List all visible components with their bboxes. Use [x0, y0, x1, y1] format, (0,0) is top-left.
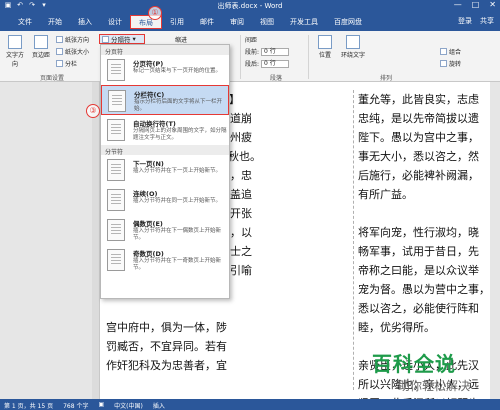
- proofing-icon[interactable]: ▣: [98, 401, 104, 410]
- watermark-logo: 百科全说 助你轻松解决: [372, 348, 496, 398]
- margins-button[interactable]: 页边距: [30, 35, 52, 59]
- text-line: 悉以咨之，必能使行阵和: [358, 302, 479, 315]
- wrap-text-icon: [346, 35, 360, 49]
- text-line: 畅军事，试用于昔日，先: [358, 245, 479, 258]
- tab-mailings[interactable]: 邮件: [192, 15, 222, 29]
- orientation-icon: [56, 36, 63, 43]
- text-line: 陛下。愚以为宫中之事，: [358, 131, 479, 144]
- tab-home[interactable]: 开始: [40, 15, 70, 29]
- tab-review[interactable]: 审阅: [222, 15, 252, 29]
- text-line: 宫中府中，俱为一体，陟: [106, 321, 227, 334]
- tab-design[interactable]: 设计: [100, 15, 130, 29]
- text-line: 罚臧否，不宜异同。若有: [106, 340, 227, 353]
- next-page-icon: [107, 159, 125, 181]
- menu-item-page-break[interactable]: 分页符(P) 标记一页结束与下一页开始的位置。: [101, 55, 229, 85]
- word-count[interactable]: 768 个字: [63, 401, 88, 410]
- breaks-icon: [102, 35, 109, 43]
- indent-label: 缩进: [175, 37, 188, 44]
- group-icon: [440, 48, 447, 55]
- menu-item-column-break[interactable]: 分栏符(C) 指示分栏符后面的文字将从下一栏开始。: [101, 85, 229, 115]
- tab-insert[interactable]: 插入: [70, 15, 100, 29]
- text-line: 有所广益。: [358, 188, 413, 201]
- ribbon-tabs: 文件 开始 插入 设计 布局 引用 邮件 审阅 视图 开发工具 百度网盘 登录 …: [0, 11, 500, 31]
- orientation-button[interactable]: 纸张方向: [56, 35, 89, 44]
- edit-mode[interactable]: 插入: [153, 401, 165, 410]
- section-header-section-breaks: 分节符: [101, 145, 229, 156]
- tab-developer[interactable]: 开发工具: [282, 15, 326, 29]
- text-line: 董允等，此皆良实，志虑: [358, 93, 479, 106]
- text-line: [358, 204, 488, 223]
- spacing-after-input[interactable]: 0 行: [261, 59, 290, 68]
- columns-icon: [56, 60, 63, 67]
- watermark-subtitle: 助你轻松解决: [397, 379, 470, 393]
- tab-view[interactable]: 视图: [252, 15, 282, 29]
- breaks-dropdown-menu: 分页符 分页符(P) 标记一页结束与下一页开始的位置。 分栏符(C) 指示分栏符…: [100, 44, 230, 299]
- window-title: 出师表.docx - Word: [217, 2, 283, 10]
- spacing-after: 段后: 0 行: [245, 59, 290, 68]
- watermark-title: 百科全说: [372, 352, 456, 376]
- text-line: 帝称之曰能，是以众议举: [358, 264, 479, 277]
- arrange-label: 排列: [380, 75, 393, 82]
- menu-item-continuous[interactable]: 连续(O) 插入分节符并在同一页上开始新节。: [101, 185, 229, 215]
- menu-item-text-wrapping[interactable]: 自动换行符(T) 分隔网页上的对象周围的文字，如分隔题注文字与正文。: [101, 115, 229, 145]
- even-page-icon: [107, 219, 125, 241]
- chevron-down-icon: ▾: [132, 35, 136, 43]
- section-header-page-breaks: 分页符: [101, 45, 229, 56]
- paragraph-label: 段落: [270, 75, 283, 82]
- status-bar: 第 1 页，共 15 页 768 个字 ▣ 中文(中国) 插入: [0, 399, 500, 410]
- size-button[interactable]: 纸张大小: [56, 47, 89, 56]
- tab-references[interactable]: 引用: [162, 15, 192, 29]
- menu-item-next-page[interactable]: 下一页(N) 插入分节符并在下一页上开始新节。: [101, 155, 229, 185]
- columns-button[interactable]: 分栏: [56, 59, 77, 68]
- text-line: 忠纯，是以先帝简拔以遗: [358, 112, 479, 125]
- text-line: 宠为督。愚以为营中之事，: [358, 283, 488, 296]
- position-icon: [318, 35, 332, 49]
- continuous-icon: [107, 189, 125, 211]
- group-button[interactable]: 组合: [440, 47, 461, 56]
- page-break-icon: [107, 59, 125, 81]
- title-bar: ▣ ↶ ↷ ▾ 出师表.docx - Word — □ ✕: [0, 0, 500, 11]
- rotate-button[interactable]: 旋转: [440, 59, 461, 68]
- divider: [240, 35, 241, 79]
- menu-item-odd-page[interactable]: 奇数页(D) 插入分节符并在下一奇数页上开始新节。: [101, 245, 229, 275]
- odd-page-icon: [107, 249, 125, 271]
- share-button[interactable]: 共享: [480, 16, 494, 26]
- text-line: [100, 299, 272, 318]
- text-line: 事无大小，悉以咨之，然: [358, 150, 479, 163]
- maximize-button[interactable]: □: [472, 0, 480, 9]
- language[interactable]: 中文(中国): [114, 401, 143, 410]
- page-count[interactable]: 第 1 页，共 15 页: [4, 401, 53, 410]
- close-button[interactable]: ✕: [489, 0, 496, 9]
- text-line: 睦，优劣得所。: [358, 321, 435, 334]
- tab-baidu-netdisk[interactable]: 百度网盘: [326, 15, 370, 29]
- spacing-label: 间距: [245, 37, 258, 44]
- minimize-button[interactable]: —: [454, 0, 462, 9]
- page-setup-label: 页面设置: [40, 75, 65, 82]
- menu-item-even-page[interactable]: 偶数页(E) 插入分节符并在下一偶数页上开始新节。: [101, 215, 229, 245]
- column-separator: [353, 90, 354, 390]
- login-link[interactable]: 登录: [458, 16, 472, 26]
- divider: [308, 35, 309, 79]
- text-direction-button[interactable]: 文字方向: [4, 35, 26, 68]
- tab-file[interactable]: 文件: [10, 15, 40, 29]
- column-break-icon: [108, 90, 126, 112]
- rotate-icon: [440, 60, 447, 67]
- step-marker-1: ①: [148, 6, 162, 20]
- text-wrapping-icon: [107, 119, 125, 141]
- text-line: 将军向宠，性行淑均，晓: [358, 226, 479, 239]
- breaks-button[interactable]: 分隔符 ▾: [99, 34, 145, 44]
- text-line: 作奸犯科及为忠善者，宜: [106, 359, 227, 372]
- text-direction-icon: [8, 35, 22, 49]
- spacing-before-input[interactable]: 0 行: [261, 47, 290, 56]
- spacing-before: 段前: 0 行: [245, 47, 290, 56]
- margins-icon: [34, 35, 48, 49]
- position-button[interactable]: 位置: [314, 35, 336, 59]
- text-line: 后施行，必能裨补阙漏，: [358, 169, 479, 182]
- step-marker-3: ③: [86, 104, 100, 118]
- vertical-ruler: [92, 82, 100, 399]
- wrap-text-button[interactable]: 环绕文字: [340, 35, 366, 59]
- ribbon-layout: 文字方向 页边距 纸张方向 纸张大小 分栏 分隔符 ▾ 页面设置 缩进 间距 段前…: [0, 31, 500, 82]
- paper-size-icon: [56, 48, 63, 55]
